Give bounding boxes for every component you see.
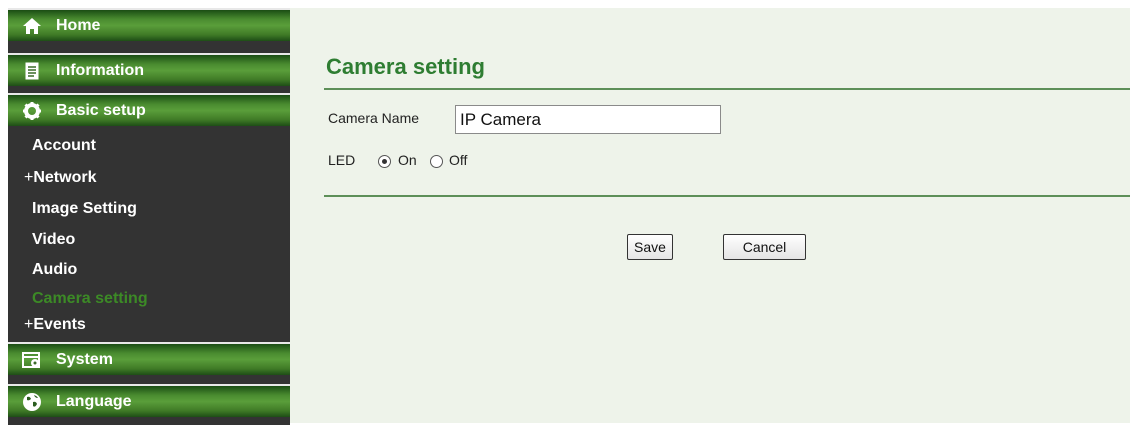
camera-name-label: Camera Name — [328, 110, 420, 126]
divider-top — [324, 88, 1130, 90]
sidebar-item-label: Audio — [32, 261, 78, 278]
menu-language[interactable]: Language — [8, 384, 290, 417]
sidebar-item-video[interactable]: Video — [8, 225, 290, 255]
window-gear-icon — [22, 350, 42, 370]
menu-home[interactable]: Home — [8, 8, 290, 41]
led-off-radio[interactable] — [430, 155, 443, 168]
menu-system-label: System — [56, 350, 113, 368]
divider-bottom — [324, 195, 1130, 197]
led-on-radio[interactable] — [378, 155, 391, 168]
sidebar-item-text: Network — [33, 169, 97, 186]
expand-prefix: + — [24, 169, 34, 186]
sidebar-item-events[interactable]: +Events — [8, 310, 290, 340]
led-off-label: Off — [449, 152, 468, 168]
sidebar-item-label: Image Setting — [32, 200, 137, 217]
sidebar-item-label: Camera setting — [32, 290, 148, 307]
home-icon — [22, 16, 42, 36]
camera-name-input[interactable] — [455, 105, 721, 134]
radio-selected-dot — [382, 159, 387, 164]
menu-basic-setup-label: Basic setup — [56, 101, 146, 119]
sidebar-item-text: Events — [33, 316, 86, 333]
menu-language-label: Language — [56, 392, 132, 410]
sidebar: Home Information Basic setup Account +Ne… — [8, 8, 290, 425]
sidebar-item-network[interactable]: +Network — [8, 163, 290, 193]
sidebar-item-label: +Events — [8, 316, 86, 334]
sidebar-item-label: Account — [32, 137, 96, 154]
globe-icon — [22, 392, 42, 412]
sidebar-item-label: Video — [32, 231, 76, 248]
menu-home-label: Home — [56, 16, 101, 34]
menu-basic-setup[interactable]: Basic setup — [8, 93, 290, 126]
sidebar-item-audio[interactable]: Audio — [8, 255, 290, 285]
gear-icon — [22, 101, 42, 121]
save-button[interactable]: Save — [627, 234, 673, 260]
page-title: Camera setting — [326, 54, 485, 79]
cancel-button[interactable]: Cancel — [723, 234, 806, 260]
sidebar-item-account[interactable]: Account — [8, 131, 290, 161]
menu-information[interactable]: Information — [8, 53, 290, 86]
sidebar-item-label: +Network — [8, 169, 96, 187]
led-on-label: On — [398, 152, 417, 168]
expand-prefix: + — [24, 316, 34, 333]
led-label: LED — [328, 152, 356, 168]
sidebar-item-image-setting[interactable]: Image Setting — [8, 194, 290, 224]
menu-system[interactable]: System — [8, 342, 290, 375]
document-icon — [22, 61, 42, 81]
main-content: Camera setting Camera Name LED On Off Sa… — [290, 8, 1130, 423]
menu-information-label: Information — [56, 61, 144, 79]
